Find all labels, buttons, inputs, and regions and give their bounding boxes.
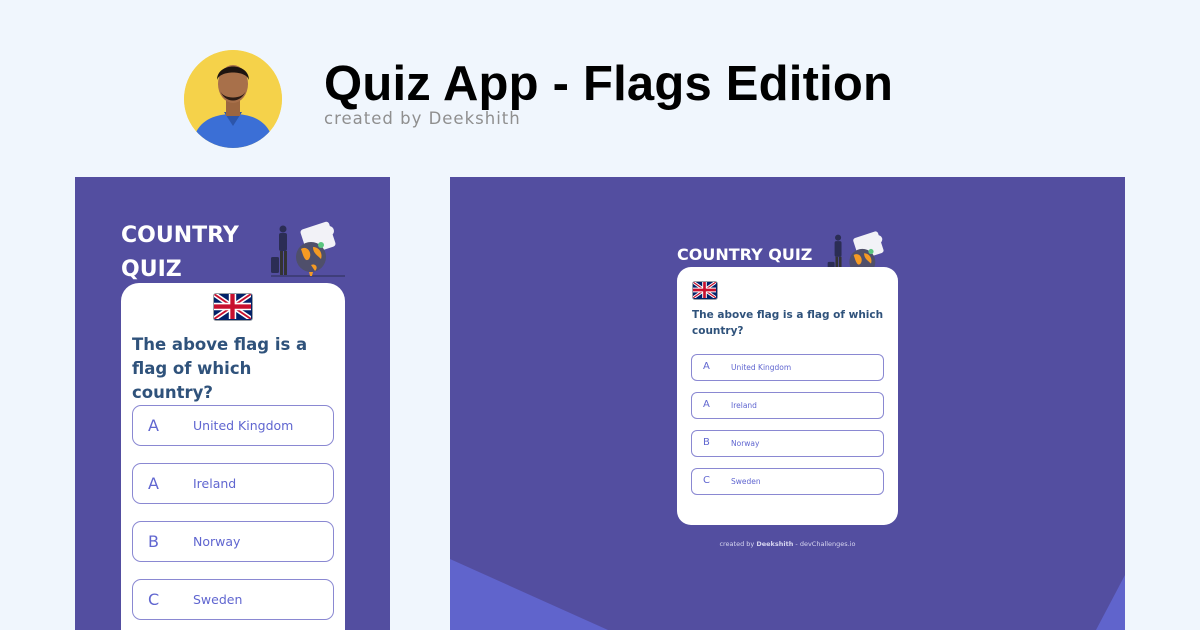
page-subtitle: created by Deekshith bbox=[324, 109, 521, 128]
option-button[interactable]: B Norway bbox=[132, 521, 334, 562]
option-letter: B bbox=[703, 437, 710, 448]
option-letter: A bbox=[148, 474, 159, 493]
footer-credit: created by Deekshith - devChallenges.io bbox=[450, 540, 1125, 548]
creator-avatar bbox=[184, 50, 282, 148]
question-text: The above flag is a flag of which countr… bbox=[692, 309, 884, 337]
desktop-preview: COUNTRY QUIZ The above flag is a flag of… bbox=[450, 177, 1125, 630]
option-letter: A bbox=[703, 361, 710, 372]
united-kingdom-flag-icon bbox=[213, 293, 253, 321]
brand-line-1: COUNTRY bbox=[121, 223, 239, 248]
question-text: The above flag is a flag of which countr… bbox=[132, 335, 308, 402]
option-label: Ireland bbox=[731, 401, 757, 410]
option-letter: A bbox=[703, 399, 710, 410]
option-label: Norway bbox=[193, 534, 241, 549]
footer-site[interactable]: - devChallenges.io bbox=[795, 540, 855, 548]
option-label: Sweden bbox=[193, 592, 243, 607]
page-title: Quiz App - Flags Edition bbox=[324, 57, 894, 111]
traveler-globe-icon bbox=[265, 219, 347, 283]
option-button[interactable]: B Norway bbox=[691, 430, 884, 457]
option-letter: B bbox=[148, 532, 159, 551]
option-button[interactable]: A Ireland bbox=[691, 392, 884, 419]
option-label: Sweden bbox=[731, 477, 761, 486]
question-card: The above flag is a flag of which countr… bbox=[121, 283, 345, 630]
question-card: The above flag is a flag of which countr… bbox=[677, 267, 898, 525]
option-label: Norway bbox=[731, 439, 760, 448]
option-label: Ireland bbox=[193, 476, 237, 491]
mobile-preview: COUNTRY QUIZ The above flag is a flag of… bbox=[75, 177, 390, 630]
option-button[interactable]: C Sweden bbox=[132, 579, 334, 620]
footer-author[interactable]: Deekshith bbox=[756, 540, 793, 548]
option-letter: A bbox=[148, 416, 159, 435]
footer-prefix: created by bbox=[719, 540, 755, 548]
option-button[interactable]: A United Kingdom bbox=[132, 405, 334, 446]
option-button[interactable]: A United Kingdom bbox=[691, 354, 884, 381]
option-button[interactable]: C Sweden bbox=[691, 468, 884, 495]
option-letter: C bbox=[703, 475, 710, 486]
app-brand: COUNTRY QUIZ bbox=[121, 219, 261, 287]
united-kingdom-flag-icon bbox=[692, 281, 718, 300]
option-label: United Kingdom bbox=[193, 418, 294, 433]
option-letter: C bbox=[148, 590, 160, 609]
option-label: United Kingdom bbox=[731, 363, 792, 372]
option-button[interactable]: A Ireland bbox=[132, 463, 334, 504]
app-brand: COUNTRY QUIZ bbox=[677, 245, 813, 264]
brand-line-2: QUIZ bbox=[121, 257, 182, 282]
